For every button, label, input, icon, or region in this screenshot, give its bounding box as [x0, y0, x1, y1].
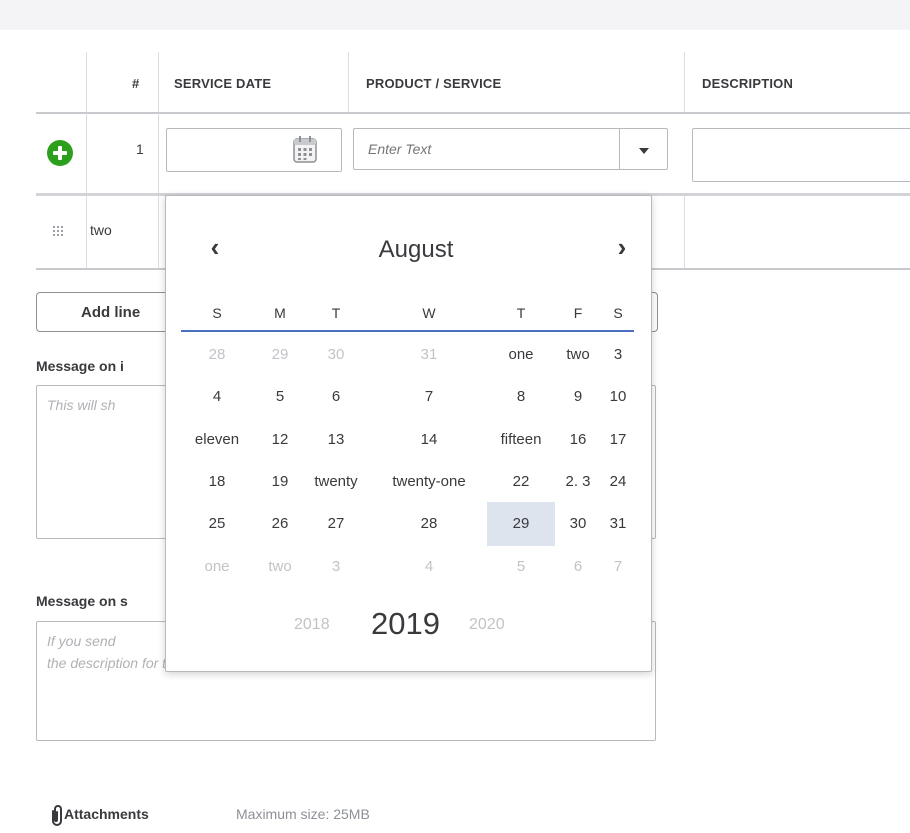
calendar-day[interactable]: 17	[596, 428, 640, 452]
calendar-day[interactable]: 30	[556, 512, 600, 536]
calendar-day[interactable]: 5	[485, 555, 557, 579]
calendar-day[interactable]: two	[556, 343, 600, 367]
chevron-down-icon[interactable]	[619, 128, 668, 170]
calendar-day[interactable]: 31	[596, 512, 640, 536]
drag-handle-icon[interactable]	[52, 225, 64, 237]
message-on-invoice-placeholder: This will sh	[47, 397, 116, 413]
calendar-day[interactable]: 9	[556, 385, 600, 409]
calendar-day[interactable]: 14	[379, 428, 479, 452]
calendar-day[interactable]: 30	[301, 343, 371, 367]
column-header-number: #	[132, 76, 140, 91]
message-on-statement-label: Message on s	[36, 593, 128, 609]
calendar-day[interactable]: 3	[596, 343, 640, 367]
calendar-day[interactable]: 16	[556, 428, 600, 452]
calendar-day[interactable]: 5	[258, 385, 302, 409]
product-service-input[interactable]	[353, 128, 619, 170]
column-divider	[158, 196, 159, 268]
description-input[interactable]	[692, 128, 910, 182]
column-divider	[86, 52, 87, 112]
calendar-day[interactable]: 25	[185, 512, 249, 536]
weekday-header: T	[516, 305, 526, 321]
calendar-day[interactable]: 8	[485, 385, 557, 409]
weekday-header: W	[422, 305, 436, 321]
plus-circle-icon[interactable]	[47, 140, 73, 166]
calendar-day[interactable]: one	[485, 343, 557, 367]
line-items-table-header: # SERVICE DATE PRODUCT / SERVICE DESCRIP…	[36, 52, 910, 114]
weekday-header: S	[613, 305, 623, 321]
calendar-day[interactable]: 19	[258, 470, 302, 494]
calendar-day[interactable]: two	[258, 555, 302, 579]
calendar-day[interactable]: 6	[301, 385, 371, 409]
calendar-day[interactable]: 3	[301, 555, 371, 579]
calendar-day[interactable]: 7	[596, 555, 640, 579]
attachments-label[interactable]: Attachments	[64, 806, 149, 822]
calendar-month-title: August	[378, 236, 454, 263]
column-divider	[684, 196, 685, 268]
calendar-day[interactable]: 7	[379, 385, 479, 409]
calendar-day[interactable]: twenty	[301, 470, 371, 494]
message-on-invoice-label: Message on i	[36, 358, 124, 374]
year-previous[interactable]: 2018	[294, 616, 330, 634]
calendar-day[interactable]: 12	[258, 428, 302, 452]
column-header-service-date: SERVICE DATE	[174, 76, 272, 91]
column-divider	[348, 52, 349, 112]
calendar-day[interactable]: 29	[487, 502, 555, 546]
calendar-day[interactable]: 27	[301, 512, 371, 536]
calendar-day[interactable]: 24	[596, 470, 640, 494]
calendar-day[interactable]: 26	[258, 512, 302, 536]
calendar-day[interactable]: 4	[379, 555, 479, 579]
calendar-day[interactable]: 6	[556, 555, 600, 579]
column-divider	[158, 113, 159, 193]
column-header-product-service: PRODUCT / SERVICE	[366, 76, 502, 91]
column-header-description: DESCRIPTION	[702, 76, 794, 91]
weekday-header: T	[331, 305, 341, 321]
calendar-day[interactable]: 29	[258, 343, 302, 367]
year-current: 2019	[371, 606, 440, 641]
calendar-icon[interactable]	[292, 134, 318, 164]
calendar-day[interactable]: 18	[185, 470, 249, 494]
column-divider	[86, 113, 87, 193]
calendar-day[interactable]: twenty-one	[379, 470, 479, 494]
calendar-day[interactable]: 22	[485, 470, 557, 494]
calendar-day[interactable]: 28	[185, 343, 249, 367]
calendar-day[interactable]: one	[185, 555, 249, 579]
weekday-header: S	[212, 305, 222, 321]
calendar-day[interactable]: 28	[379, 512, 479, 536]
column-divider	[158, 52, 159, 112]
calendar-day[interactable]: fifteen	[485, 428, 557, 452]
weekday-underline	[181, 330, 634, 332]
row-number: 1	[136, 141, 144, 157]
year-next[interactable]: 2020	[469, 616, 505, 634]
calendar-day[interactable]: 10	[596, 385, 640, 409]
calendar-day[interactable]: 13	[301, 428, 371, 452]
next-month-button[interactable]: ›	[610, 232, 634, 262]
calendar-day[interactable]: eleven	[185, 428, 249, 452]
date-picker-popup: ‹ August › SMTWTFS 28 29 30 31 one two 3 4 5 6 7 8 9…	[165, 195, 652, 672]
row-number: two	[90, 222, 112, 238]
top-bar	[0, 0, 910, 30]
weekday-header: M	[274, 305, 286, 321]
column-divider	[86, 196, 87, 268]
attachments-max-size: Maximum size: 25MB	[236, 806, 370, 822]
calendar-day[interactable]: 2. 3	[556, 470, 600, 494]
column-divider	[684, 52, 685, 112]
calendar-day[interactable]: 31	[379, 343, 479, 367]
calendar-day[interactable]: 4	[185, 385, 249, 409]
